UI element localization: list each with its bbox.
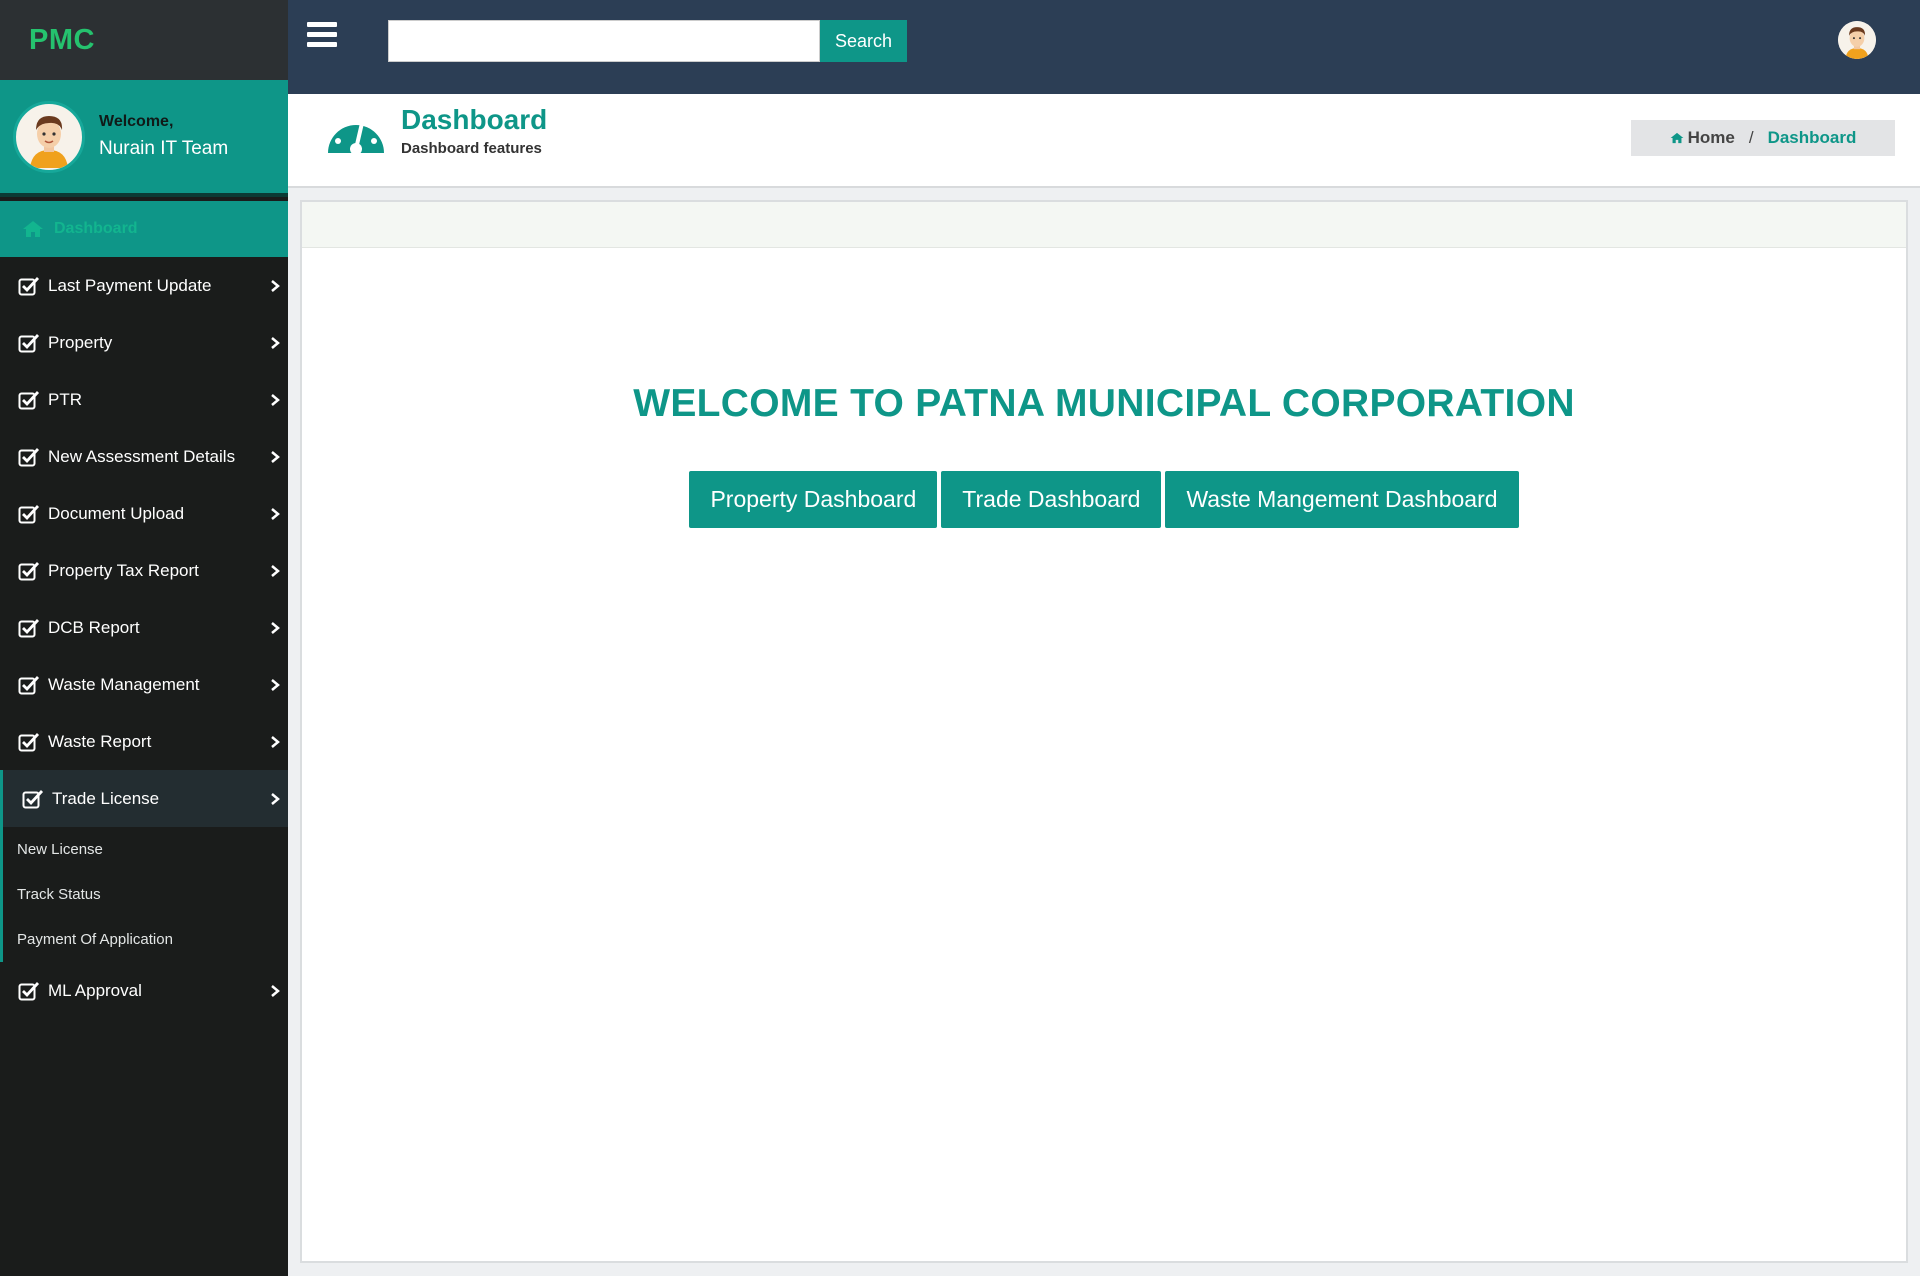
sidebar-item-waste-report[interactable]: Waste Report	[0, 713, 288, 770]
check-square-icon	[18, 675, 40, 694]
sidebar-item-property[interactable]: Property	[0, 314, 288, 371]
sidebar-item-label: Dashboard	[54, 220, 138, 237]
chevron-right-icon	[271, 984, 280, 997]
check-square-icon	[18, 561, 40, 580]
check-square-icon	[18, 504, 40, 523]
welcome-heading: WELCOME TO PATNA MUNICIPAL CORPORATION	[633, 382, 1575, 425]
sidebar-item-label: ML Approval	[48, 980, 142, 1000]
check-square-icon	[18, 732, 40, 751]
chevron-right-icon	[271, 678, 280, 691]
avatar-icon	[1838, 21, 1876, 59]
waste-management-dashboard-button[interactable]: Waste Mangement Dashboard	[1165, 471, 1519, 528]
sidebar-nav-tail: ML Approval	[0, 962, 288, 1019]
chevron-right-icon	[271, 393, 280, 406]
chevron-right-icon	[271, 336, 280, 349]
sidebar-item-dcb-report[interactable]: DCB Report	[0, 599, 288, 656]
search-input[interactable]	[388, 20, 820, 62]
breadcrumb-separator: /	[1748, 128, 1754, 147]
sidebar-item-label: Property Tax Report	[48, 560, 199, 580]
submenu-item-payment-of-application[interactable]: Payment Of Application	[3, 917, 288, 962]
sidebar-item-label: Last Payment Update	[48, 275, 212, 295]
hamburger-icon[interactable]	[307, 22, 337, 48]
user-name: Nurain IT Team	[99, 138, 229, 159]
sidebar-item-label: Waste Report	[48, 731, 152, 751]
brand-text: PMC	[29, 23, 95, 56]
chevron-right-icon	[271, 735, 280, 748]
dashboard-button-group: Property Dashboard Trade Dashboard Waste…	[302, 471, 1906, 528]
sidebar-item-label: New Assessment Details	[48, 446, 236, 466]
welcome-label: Welcome,	[99, 113, 174, 130]
chevron-right-icon	[271, 450, 280, 463]
home-icon	[1670, 132, 1683, 144]
sidebar: PMC Welcome, Nurain IT Team Dashboard La…	[0, 0, 288, 1276]
sidebar-nav: Last Payment Update Property PTR New Ass…	[0, 257, 288, 827]
sidebar-item-label: Trade License	[52, 788, 160, 808]
check-square-icon	[18, 390, 40, 409]
sidebar-item-trade-license[interactable]: Trade License	[0, 770, 288, 827]
user-panel: Welcome, Nurain IT Team	[0, 80, 288, 197]
check-square-icon	[18, 447, 40, 466]
trade-dashboard-button[interactable]: Trade Dashboard	[941, 471, 1162, 528]
sidebar-item-property-tax-report[interactable]: Property Tax Report	[0, 542, 288, 599]
search-button[interactable]: Search	[820, 20, 907, 62]
avatar-icon	[18, 105, 80, 168]
breadcrumb-current: Dashboard	[1767, 128, 1857, 147]
chevron-right-icon	[271, 507, 280, 520]
check-square-icon	[18, 333, 40, 352]
sidebar-item-last-payment-update[interactable]: Last Payment Update	[0, 257, 288, 314]
page-subtitle: Dashboard features	[401, 140, 542, 157]
sidebar-item-label: Waste Management	[48, 674, 200, 694]
content-card: WELCOME TO PATNA MUNICIPAL CORPORATION P…	[300, 200, 1908, 1263]
property-dashboard-button[interactable]: Property Dashboard	[689, 471, 938, 528]
sidebar-item-label: DCB Report	[48, 617, 140, 637]
check-square-icon	[18, 618, 40, 637]
sidebar-item-dashboard[interactable]: Dashboard	[0, 201, 288, 257]
check-square-icon	[18, 276, 40, 295]
sidebar-item-label: Document Upload	[48, 503, 185, 523]
sidebar-item-label: PTR	[48, 389, 82, 409]
sidebar-item-document-upload[interactable]: Document Upload	[0, 485, 288, 542]
breadcrumb-home-label: Home	[1687, 128, 1735, 147]
page-header: Dashboard Dashboard features Home / Dash…	[288, 94, 1920, 188]
chevron-right-icon	[271, 792, 280, 805]
card-header	[302, 202, 1906, 248]
sidebar-item-new-assessment-details[interactable]: New Assessment Details	[0, 428, 288, 485]
sidebar-item-ptr[interactable]: PTR	[0, 371, 288, 428]
sidebar-item-label: Property	[48, 332, 113, 352]
top-navbar: Search	[288, 0, 1920, 94]
chevron-right-icon	[271, 279, 280, 292]
check-square-icon	[22, 789, 44, 808]
page-title: Dashboard	[401, 104, 548, 135]
trade-license-submenu: New License Track Status Payment Of Appl…	[0, 827, 288, 962]
breadcrumb: Home / Dashboard	[1631, 120, 1895, 156]
brand-logo[interactable]: PMC	[0, 0, 288, 80]
home-icon	[23, 221, 43, 237]
sidebar-item-ml-approval[interactable]: ML Approval	[0, 962, 288, 1019]
avatar	[13, 100, 85, 173]
check-square-icon	[18, 981, 40, 1000]
sidebar-item-waste-management[interactable]: Waste Management	[0, 656, 288, 713]
user-menu-avatar[interactable]	[1838, 21, 1876, 59]
breadcrumb-home[interactable]: Home	[1670, 128, 1735, 148]
submenu-item-track-status[interactable]: Track Status	[3, 872, 288, 917]
chevron-right-icon	[271, 621, 280, 634]
submenu-item-new-license[interactable]: New License	[3, 827, 288, 872]
chevron-right-icon	[271, 564, 280, 577]
gauge-icon	[328, 114, 384, 155]
